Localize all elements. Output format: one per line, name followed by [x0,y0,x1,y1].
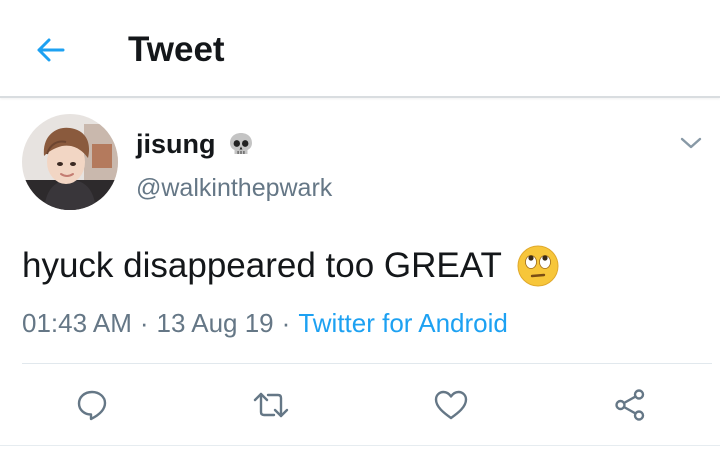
skull-emoji [229,133,252,154]
tweet-options-button[interactable] [676,130,706,156]
back-button[interactable] [28,30,72,70]
tweet-date: 13 Aug 19 [156,307,274,338]
reply-icon [77,390,107,421]
reply-button[interactable] [72,385,112,425]
display-name: jisung [136,128,216,159]
tweet-source-link[interactable]: Twitter for Android [298,308,508,339]
like-button[interactable] [431,385,471,425]
face-with-rolling-eyes-emoji [517,245,559,287]
tweet-detail-screen: Tweet jisung @walkinthepwark hyuck disap… [0,0,720,451]
author-handle[interactable]: @walkinthepwark [136,174,332,203]
meta-separator: · [281,307,291,338]
arrow-left-icon [37,38,65,62]
tweet-time: 01:43 AM [22,307,132,338]
chevron-down-icon [680,137,702,149]
author-name-row[interactable]: jisung [136,126,254,162]
tweet-meta: 01:43 AM · 13 Aug 19 · Twitter for Andro… [22,306,508,340]
divider [0,445,720,446]
avatar[interactable] [22,114,118,210]
tweet-body: hyuck disappeared too GREAT [22,246,502,285]
retweet-icon [253,392,289,418]
share-button[interactable] [610,385,650,425]
page-title: Tweet [128,30,225,69]
heart-icon [434,390,468,420]
avatar-image [22,114,118,210]
retweet-button[interactable] [251,385,291,425]
divider [22,363,712,364]
meta-separator: · [139,307,149,338]
share-icon [615,389,645,421]
header-bar: Tweet [0,0,720,98]
tweet-text: hyuck disappeared too GREAT [22,241,560,291]
